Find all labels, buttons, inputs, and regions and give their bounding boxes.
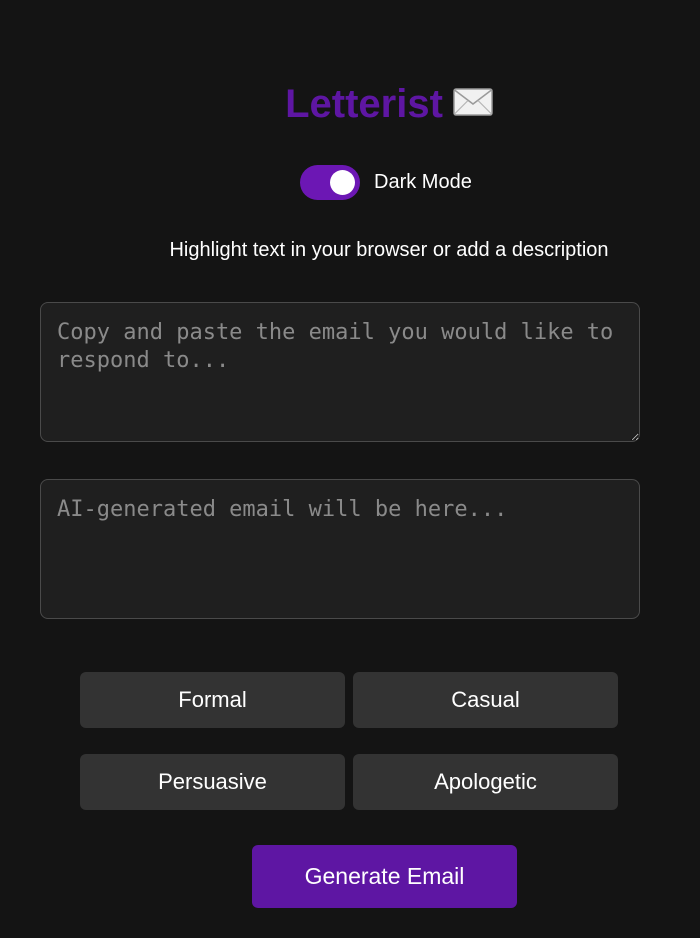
generated-email-output[interactable] — [40, 479, 640, 619]
envelope-icon — [453, 87, 493, 116]
persuasive-tone-button[interactable]: Persuasive — [80, 754, 345, 810]
toggle-knob — [330, 170, 355, 195]
instruction-text: Highlight text in your browser or add a … — [169, 239, 609, 261]
email-input[interactable] — [40, 302, 640, 442]
dark-mode-label: Dark Mode — [374, 171, 472, 193]
generate-email-button[interactable]: Generate Email — [252, 845, 517, 908]
app-title: Letterist — [285, 82, 443, 126]
apologetic-tone-button[interactable]: Apologetic — [353, 754, 618, 810]
dark-mode-row: Dark Mode — [300, 165, 472, 200]
popup-page: Letterist Dark Mode Highlight text in yo… — [0, 0, 700, 938]
casual-tone-button[interactable]: Casual — [353, 672, 618, 728]
dark-mode-toggle[interactable] — [300, 165, 360, 200]
formal-tone-button[interactable]: Formal — [80, 672, 345, 728]
title-row: Letterist — [0, 82, 700, 127]
